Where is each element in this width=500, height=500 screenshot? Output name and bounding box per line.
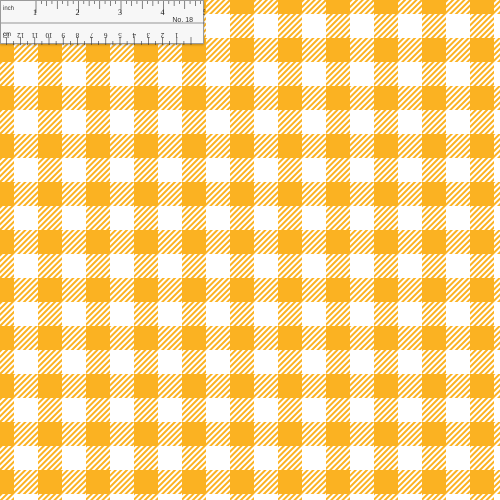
inch-label: 3 [118, 8, 122, 17]
gingham-fabric-pattern [0, 0, 500, 500]
cm-label: 1 [175, 31, 179, 39]
cm-label: 8 [75, 31, 79, 39]
cm-label: 9 [61, 31, 65, 39]
cm-label: 6 [104, 31, 108, 39]
cm-label: 12 [17, 31, 25, 39]
measurement-ruler: 1 2 3 4 5 1 2 3 4 5 6 7 8 9 10 11 12 13 inch cm No. 18 [0, 0, 205, 45]
inch-label: 4 [161, 8, 165, 17]
ruler-cm-unit: cm [3, 32, 11, 38]
inch-label: 2 [76, 8, 80, 17]
cm-label: 2 [160, 31, 164, 39]
cm-label: 7 [89, 31, 93, 39]
inch-label: 5 [203, 8, 205, 17]
cm-label: 3 [146, 31, 150, 39]
ruler-inch-unit: inch [3, 6, 15, 12]
cm-label: 5 [118, 31, 122, 39]
cm-label: 11 [31, 31, 38, 39]
ruler-number-label: No. 18 [172, 17, 193, 24]
cm-label: 4 [132, 31, 136, 39]
cm-label: 10 [45, 31, 53, 39]
inch-label: 1 [33, 8, 37, 17]
